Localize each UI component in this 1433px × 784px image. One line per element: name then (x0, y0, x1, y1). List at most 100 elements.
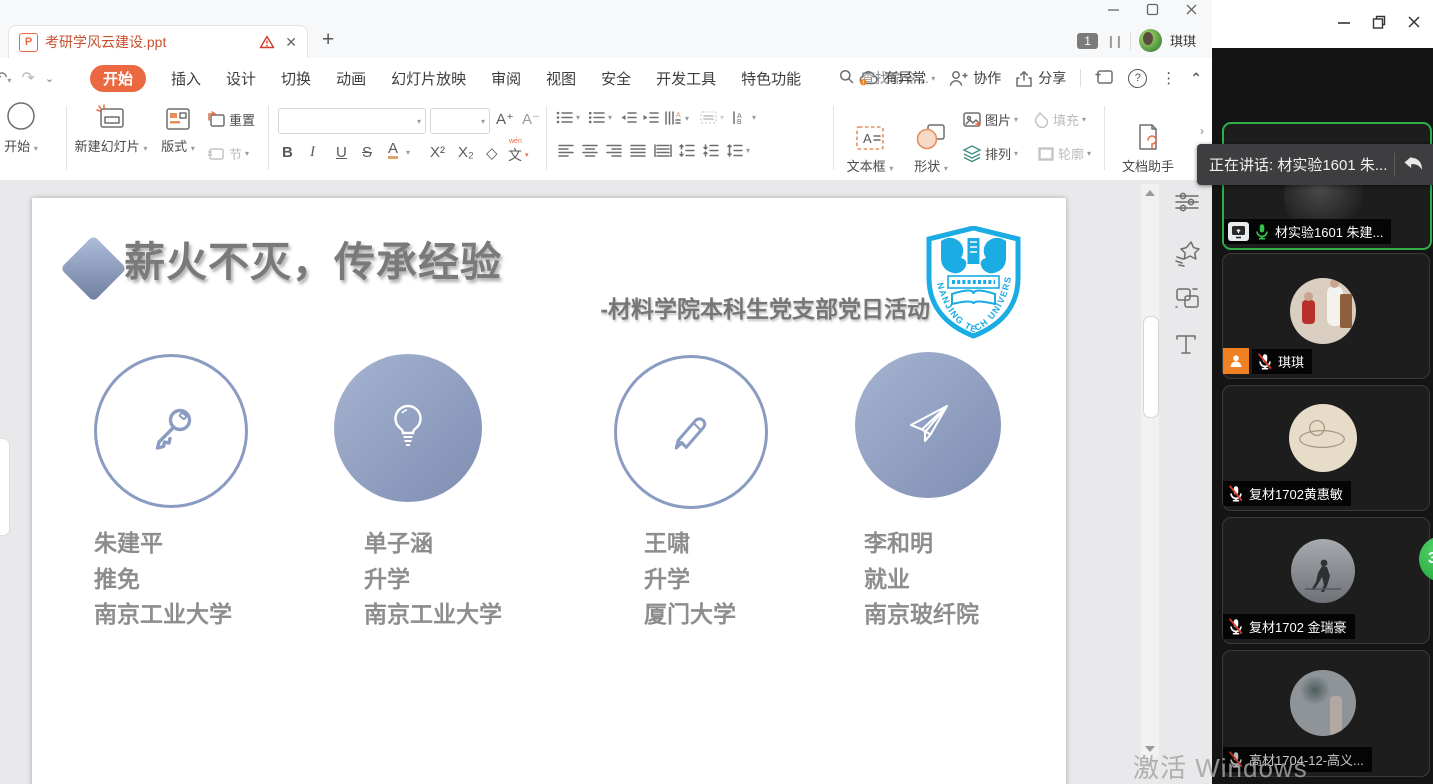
tab-security[interactable]: 安全 (601, 68, 631, 89)
font-size-select[interactable]: ▾ (430, 108, 490, 134)
message-count-badge[interactable]: 1 (1077, 33, 1098, 49)
tab-features[interactable]: 特色功能 (741, 68, 801, 89)
animation-pane-icon[interactable] (1174, 240, 1202, 273)
collapse-ribbon-icon[interactable]: ⌃ (1190, 70, 1202, 87)
share-button[interactable]: 分享 (1015, 68, 1066, 88)
cloud-status-button[interactable]: ! 有异常▾ (857, 68, 935, 88)
svg-text:!: ! (863, 81, 865, 86)
numbered-list-icon[interactable]: ▾ (588, 111, 612, 124)
font-name-select[interactable]: ▾ (278, 108, 426, 134)
restore-icon[interactable] (1372, 15, 1386, 34)
tab-review[interactable]: 审阅 (491, 68, 521, 89)
mic-on-icon (1253, 222, 1271, 241)
start-menu-button[interactable]: 开始 ▾ (0, 98, 60, 155)
shrink-font-button[interactable]: A⁻ (522, 110, 540, 128)
participant-tile[interactable]: 37 复材1702 金瑞豪 (1222, 517, 1430, 644)
tab-design[interactable]: 设计 (226, 68, 256, 89)
quick-access-toolbar: ↶▾ ↷ ⌄ (0, 68, 90, 88)
font-color-button[interactable]: A (388, 142, 398, 159)
underline-button[interactable]: U (336, 144, 347, 161)
align-right-icon[interactable] (606, 144, 622, 157)
align-left-icon[interactable] (558, 144, 574, 157)
tab-devtools[interactable]: 开发工具 (656, 68, 716, 89)
participant-tile[interactable]: 复材1702黄惠敏 (1222, 385, 1430, 511)
line-spacing-icon[interactable]: ▾ (726, 144, 750, 157)
arrange-button[interactable]: 排列 ▾ (962, 144, 1018, 163)
scroll-up-icon[interactable] (1145, 190, 1155, 196)
text-pane-icon[interactable] (1174, 332, 1198, 361)
task-pane-icons (1168, 180, 1212, 784)
outline-button[interactable]: 轮廓 ▾ (1037, 144, 1091, 163)
columns-icon[interactable]: A▾ (664, 111, 689, 125)
picture-button[interactable]: 图片 ▾ (962, 110, 1018, 129)
more-menu-icon[interactable]: ⋮ (1161, 69, 1176, 87)
minimize-icon[interactable] (1337, 15, 1351, 34)
superscript-button[interactable]: X² (430, 144, 445, 161)
fill-button[interactable]: 填充 ▾ (1030, 110, 1086, 129)
minimize-icon[interactable] (1107, 2, 1120, 22)
doc-assistant-button[interactable]: 文档助手 (1112, 118, 1184, 175)
slide-canvas[interactable]: 薪火不灭，传承经验 -材料学院本科生党支部党日活动 NANJING TECH U… (32, 198, 1066, 784)
align-center-icon[interactable] (582, 144, 598, 157)
close-icon[interactable] (1407, 15, 1421, 34)
reset-button[interactable]: 重置 (206, 110, 255, 129)
ribbon-tab-row: ↶▾ ↷ ⌄ 开始 插入 设计 切换 动画 幻灯片放映 审阅 视图 安全 开发工… (0, 58, 1212, 98)
redo-icon[interactable]: ↷ (21, 68, 34, 88)
transition-pane-icon[interactable] (1174, 286, 1201, 316)
customize-toolbar-icon[interactable]: ⌄ (45, 72, 54, 85)
undo-icon[interactable]: ↶▾ (0, 68, 11, 88)
align-justify-icon[interactable] (630, 144, 646, 157)
vertical-scrollbar[interactable] (1141, 184, 1159, 758)
section-button[interactable]: 节 ▾ (206, 144, 249, 163)
close-icon[interactable] (1185, 2, 1198, 22)
collaborate-button[interactable]: 协作 (949, 68, 1001, 88)
tab-slideshow[interactable]: 幻灯片放映 (391, 68, 466, 89)
document-tab[interactable]: P 考研学风云建设.ppt ✕ (8, 25, 308, 58)
warning-icon[interactable] (259, 35, 275, 49)
raised-hand-count-badge: 37 (1419, 536, 1433, 582)
reply-arrow-icon[interactable] (1402, 154, 1424, 176)
text-direction-icon[interactable]: AB▾ (732, 111, 756, 124)
new-slide-button[interactable]: 新建幻灯片 ▾ (66, 98, 156, 155)
participant-name-bar: 复材1702 金瑞豪 (1223, 614, 1355, 639)
increase-spacing-icon[interactable] (678, 144, 695, 157)
new-tab-button[interactable]: + (322, 28, 334, 52)
tab-view[interactable]: 视图 (546, 68, 576, 89)
bullet-list-icon[interactable]: ▾ (556, 111, 580, 124)
ribbon-right-cluster: ! 有异常▾ 协作 分享 ? ⋮ ⌃ (857, 58, 1202, 98)
participant-tile[interactable]: 材实验1601 朱建... (1222, 122, 1432, 250)
avatar (1290, 670, 1356, 736)
clear-format-icon[interactable]: ◇ (486, 144, 498, 162)
decrease-spacing-icon[interactable] (702, 144, 719, 157)
scrollbar-thumb[interactable] (1143, 316, 1159, 418)
text-box-options-icon[interactable]: ▾ (700, 111, 724, 124)
textbox-button[interactable]: A 文本框 ▾ (838, 118, 902, 175)
help-icon[interactable]: ? (1128, 69, 1147, 88)
maximize-icon[interactable] (1146, 2, 1159, 22)
tab-animation[interactable]: 动画 (336, 68, 366, 89)
font-color-caret-icon[interactable]: ▾ (406, 148, 410, 157)
layout-button[interactable]: 版式 ▾ (152, 98, 204, 155)
tab-insert[interactable]: 插入 (171, 68, 201, 89)
tab-close-icon[interactable]: ✕ (285, 34, 297, 51)
participant-name-bar: 复材1702黄惠敏 (1223, 481, 1351, 506)
subscript-button[interactable]: X₂ (458, 144, 474, 161)
tab-transition[interactable]: 切换 (281, 68, 311, 89)
bold-button[interactable]: B (282, 144, 293, 161)
participant-tile[interactable]: 琪琪 (1222, 253, 1430, 379)
italic-button[interactable]: I (310, 144, 315, 161)
paper-plane-icon (901, 397, 955, 454)
grow-font-button[interactable]: A⁺ (496, 110, 514, 128)
left-scrollbar-thumb[interactable] (0, 438, 10, 536)
distribute-text-icon[interactable] (654, 144, 672, 157)
increase-indent-icon[interactable] (642, 111, 659, 124)
new-pane-icon[interactable] (1095, 69, 1114, 88)
shapes-button[interactable]: 形状 ▾ (906, 118, 956, 175)
object-properties-icon[interactable] (1174, 190, 1200, 219)
tab-home[interactable]: 开始 (90, 65, 146, 92)
diamond-shape (60, 235, 126, 301)
decrease-indent-icon[interactable] (620, 111, 637, 124)
collapse-panel-icon[interactable]: › (1200, 124, 1204, 138)
user-avatar[interactable] (1139, 29, 1162, 52)
strikethrough-button[interactable]: S (362, 144, 372, 161)
